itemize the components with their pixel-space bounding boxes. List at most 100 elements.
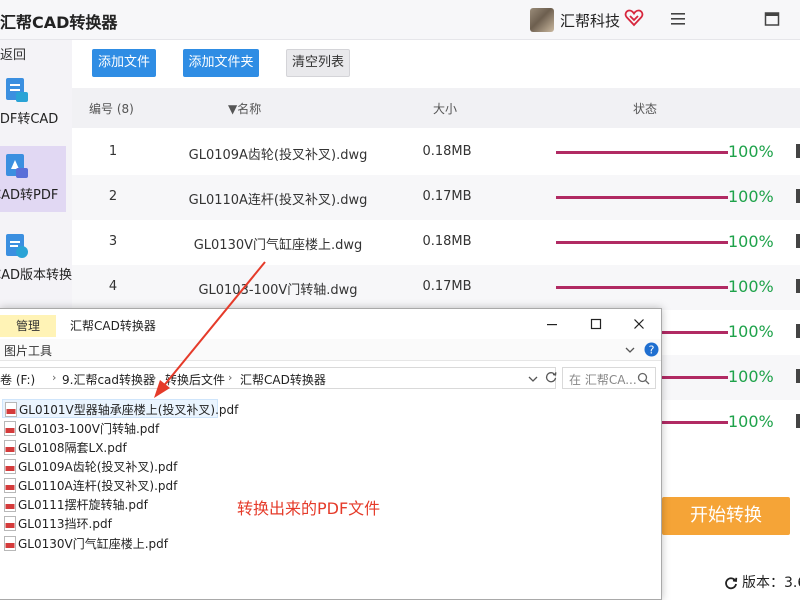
breadcrumb-item[interactable]: 转换后文件 xyxy=(165,371,225,388)
row-status: 100% xyxy=(728,232,774,251)
pdf-file-icon xyxy=(4,459,16,474)
pdf-file-icon xyxy=(4,421,16,436)
title-bar: 汇帮CAD转换器 汇帮科技 xyxy=(0,0,800,40)
table-row[interactable]: 1 GL0109A齿轮(投叉补叉).dwg 0.18MB 100% xyxy=(72,130,800,175)
table-row[interactable]: 2 GL0110A连杆(投叉补叉).dwg 0.17MB 100% xyxy=(72,175,800,220)
breadcrumb-item[interactable]: 卷 (F:) xyxy=(0,371,35,388)
row-filename: GL0110A连杆(投叉补叉).dwg xyxy=(188,193,368,208)
row-edge-marker xyxy=(796,234,800,248)
column-header-name[interactable]: ▼名称 xyxy=(228,100,261,117)
breadcrumb-separator: › xyxy=(52,371,57,384)
search-icon[interactable] xyxy=(637,372,650,385)
breadcrumb-separator: › xyxy=(228,371,233,384)
help-icon[interactable]: ? xyxy=(644,342,659,357)
svg-text:?: ? xyxy=(649,344,655,357)
row-edge-marker xyxy=(796,189,800,203)
search-placeholder: 在 汇帮CA... xyxy=(569,373,637,387)
close-icon[interactable] xyxy=(633,318,645,330)
row-status: 100% xyxy=(728,367,774,386)
progress-bar xyxy=(556,286,728,289)
minimize-icon[interactable] xyxy=(546,318,558,330)
start-convert-button[interactable]: 开始转换 xyxy=(662,497,790,535)
row-size: 0.17MB xyxy=(422,279,472,294)
menu-icon[interactable] xyxy=(670,12,686,26)
sidebar-item-label: CAD转PDF xyxy=(0,188,59,203)
chevron-down-icon[interactable] xyxy=(528,374,538,384)
pdf-file-icon xyxy=(4,536,16,551)
explorer-title-bar: 管理 汇帮CAD转换器 xyxy=(0,309,661,339)
tab-picture-tools[interactable]: 图片工具 xyxy=(4,342,52,359)
file-name: GL0108隔套LX.pdf xyxy=(18,441,127,455)
refresh-icon[interactable] xyxy=(724,576,738,590)
breadcrumb-separator: › xyxy=(152,371,157,384)
row-filename: GL0109A齿轮(投叉补叉).dwg xyxy=(188,148,368,163)
sidebar-item-pdf-to-cad[interactable]: PDF转CAD xyxy=(0,70,66,136)
heart-icon[interactable] xyxy=(624,8,644,28)
sidebar-item-cad-version[interactable]: CAD版本转换 xyxy=(0,226,72,292)
ribbon: 图片工具 ? xyxy=(0,339,661,361)
file-name: GL0111摆杆旋转轴.pdf xyxy=(18,498,148,512)
file-name: GL0109A齿轮(投叉补叉).pdf xyxy=(18,460,178,474)
row-edge-marker xyxy=(796,414,800,428)
row-size: 0.18MB xyxy=(422,234,472,249)
tab-manage[interactable]: 管理 xyxy=(0,315,56,337)
app-title: 汇帮CAD转换器 xyxy=(0,13,118,32)
pdf-file-icon xyxy=(4,478,16,493)
table-row[interactable]: 4 GL0103-100V门转轴.dwg 0.17MB 100% xyxy=(72,265,800,310)
file-name: GL0110A连杆(投叉补叉).pdf xyxy=(18,479,178,493)
pdf-file-icon xyxy=(4,440,16,455)
chevron-down-icon[interactable] xyxy=(624,344,636,356)
breadcrumb-item[interactable]: 汇帮CAD转换器 xyxy=(240,371,326,388)
avatar[interactable] xyxy=(530,8,554,32)
sidebar-item-label: CAD版本转换 xyxy=(0,268,72,283)
row-index: 4 xyxy=(108,279,118,294)
address-bar[interactable]: 卷 (F:) › 9.汇帮cad转换器 › 转换后文件 › 汇帮CAD转换器 xyxy=(0,367,556,389)
row-size: 0.18MB xyxy=(422,144,472,159)
search-input[interactable]: 在 汇帮CA... xyxy=(562,367,656,389)
file-explorer-window: 管理 汇帮CAD转换器 图片工具 ? 卷 (F:) › 9.汇帮cad转换器 ›… xyxy=(0,308,662,600)
window-maximize-icon[interactable] xyxy=(764,11,780,27)
pdf-to-cad-icon xyxy=(6,78,28,102)
row-edge-marker xyxy=(796,144,800,158)
column-header-status[interactable]: 状态 xyxy=(633,100,657,117)
row-edge-marker xyxy=(796,279,800,293)
row-status: 100% xyxy=(728,142,774,161)
back-button[interactable]: 返回 xyxy=(0,44,26,63)
row-index: 1 xyxy=(108,144,118,159)
row-edge-marker xyxy=(796,324,800,338)
row-status: 100% xyxy=(728,412,774,431)
maximize-icon[interactable] xyxy=(590,318,602,330)
file-name: GL0113挡环.pdf xyxy=(18,517,112,531)
add-folder-button[interactable]: 添加文件夹 xyxy=(183,49,259,77)
row-status: 100% xyxy=(728,322,774,341)
table-header: 编号 (8) ▼名称 大小 状态 xyxy=(72,88,800,128)
file-name: GL0103-100V门转轴.pdf xyxy=(18,422,160,436)
clear-list-button[interactable]: 清空列表 xyxy=(286,49,350,77)
row-status: 100% xyxy=(728,187,774,206)
version-label: 版本：3.6 xyxy=(742,575,800,591)
add-file-button[interactable]: 添加文件 xyxy=(92,49,156,77)
explorer-title: 汇帮CAD转换器 xyxy=(70,319,156,333)
pdf-file-icon xyxy=(4,516,16,531)
progress-bar xyxy=(556,241,728,244)
sidebar-item-cad-to-pdf[interactable]: CAD转PDF xyxy=(0,146,66,212)
pdf-file-icon xyxy=(4,497,16,512)
column-header-index[interactable]: 编号 (8) xyxy=(89,100,134,117)
refresh-icon[interactable] xyxy=(544,370,558,384)
cad-version-icon xyxy=(6,234,28,258)
breadcrumb-item[interactable]: 9.汇帮cad转换器 xyxy=(62,371,155,388)
sidebar-item-label: PDF转CAD xyxy=(0,112,59,127)
file-item[interactable]: GL0101V型器轴承座楼上(投叉补叉).pdf xyxy=(2,399,238,418)
progress-bar xyxy=(556,196,728,199)
cad-to-pdf-icon xyxy=(6,154,28,178)
row-size: 0.17MB xyxy=(422,189,472,204)
progress-bar xyxy=(556,151,728,154)
row-edge-marker xyxy=(796,369,800,383)
brand-name[interactable]: 汇帮科技 xyxy=(560,10,620,31)
column-header-size[interactable]: 大小 xyxy=(433,100,457,117)
pdf-file-icon xyxy=(5,402,17,417)
row-index: 3 xyxy=(108,234,118,249)
table-row[interactable]: 3 GL0130V门气缸座楼上.dwg 0.18MB 100% xyxy=(72,220,800,265)
row-index: 2 xyxy=(108,189,118,204)
file-name: GL0130V门气缸座楼上.pdf xyxy=(18,537,169,551)
